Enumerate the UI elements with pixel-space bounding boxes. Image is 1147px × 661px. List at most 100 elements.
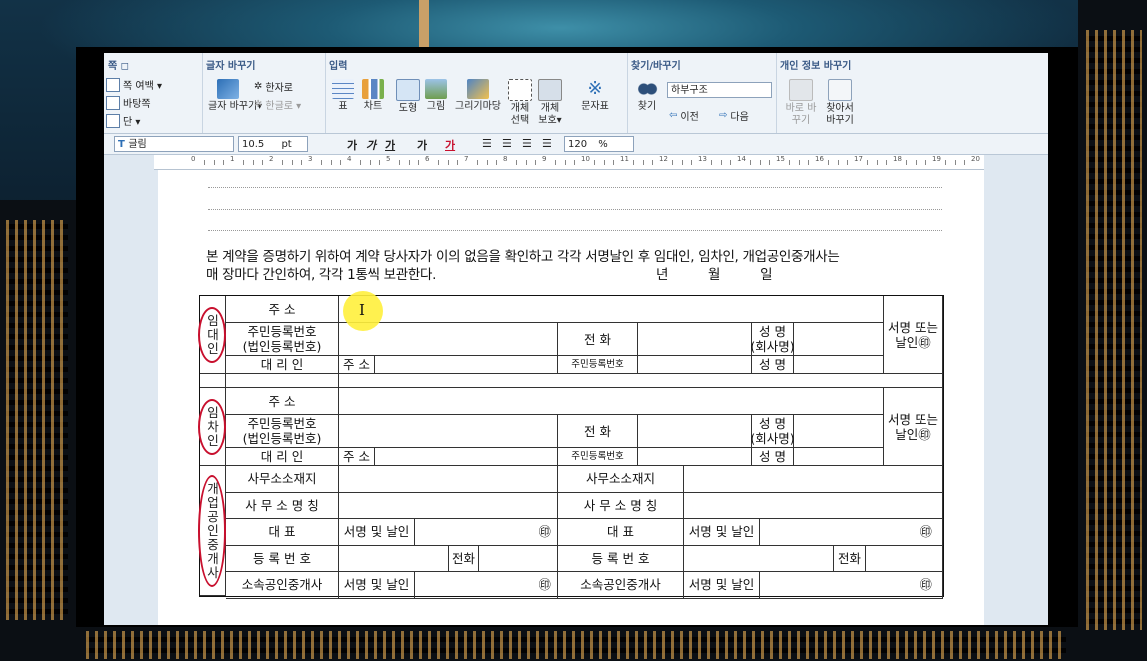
- find-button[interactable]: 찾기: [633, 79, 661, 113]
- tel-value-2[interactable]: [866, 545, 943, 572]
- address-value[interactable]: [339, 388, 884, 415]
- representative-label-2[interactable]: 대 표: [558, 519, 684, 546]
- spacer-cell[interactable]: [339, 374, 943, 388]
- proxy-name-label[interactable]: 성 명: [752, 448, 794, 466]
- italic-button[interactable]: 가: [366, 137, 376, 153]
- name-label[interactable]: 성 명 (회사명): [750, 323, 795, 356]
- name-value[interactable]: [794, 323, 884, 356]
- proxy-resident-value[interactable]: [638, 448, 752, 466]
- char-change-button[interactable]: 글자 바꾸기▾: [208, 79, 262, 113]
- find-select-dropdown[interactable]: 하부구조: [667, 82, 772, 98]
- proxy-name-label[interactable]: 성 명: [752, 356, 794, 374]
- find-next-button[interactable]: ⇨ 다음: [719, 108, 749, 123]
- proxy-label[interactable]: 대 리 인: [226, 448, 339, 466]
- proxy-address-value[interactable]: [375, 356, 558, 374]
- ruler-tick: [730, 160, 732, 165]
- proxy-resident-label[interactable]: 주민등록번호: [558, 448, 638, 466]
- sign-seal-label[interactable]: 서명 및 날인: [339, 572, 415, 599]
- sign-seal-label[interactable]: 서명 및 날인: [339, 519, 415, 546]
- picture-button[interactable]: 그림: [423, 79, 449, 113]
- seal-mark-icon-2[interactable]: ㊞: [760, 572, 943, 599]
- find-prev-button[interactable]: ⇦ 이전: [669, 108, 699, 123]
- page-margin-button[interactable]: 쪽 여백 ▾: [106, 77, 162, 92]
- representative-label[interactable]: 대 표: [226, 519, 339, 546]
- office-address-value[interactable]: [339, 466, 558, 493]
- reg-number-value-2[interactable]: [684, 545, 834, 572]
- reg-number-value[interactable]: [339, 545, 449, 572]
- paragraph-line: 본 계약을 증명하기 위하여 계약 당사자가 이의 없음을 확인하고 각각 서명…: [206, 249, 840, 265]
- chart-button[interactable]: 차트: [359, 79, 387, 113]
- bold-button[interactable]: 가: [347, 137, 357, 153]
- sign-seal-label[interactable]: 서명 또는 날인㊞: [884, 296, 943, 374]
- address-value[interactable]: [339, 296, 884, 323]
- strike-button[interactable]: 가: [417, 137, 427, 153]
- phone-label[interactable]: 전 화: [558, 323, 638, 356]
- address-label[interactable]: 주 소: [226, 296, 339, 323]
- master-page-button[interactable]: 바탕쪽: [106, 95, 151, 110]
- office-name-label[interactable]: 사 무 소 명 칭: [226, 492, 339, 519]
- to-hanja-button[interactable]: ✲ 한자로: [254, 79, 293, 94]
- object-protect-button[interactable]: 개체 보호▾: [535, 79, 565, 127]
- sign-seal-label-2[interactable]: 서명 및 날인: [684, 572, 760, 599]
- proxy-address-label[interactable]: 주 소: [339, 356, 375, 374]
- sign-seal-label-2[interactable]: 서명 및 날인: [684, 519, 760, 546]
- seal-mark-icon[interactable]: ㊞: [415, 572, 558, 599]
- horizontal-ruler[interactable]: 0 1 2 3 4 5 6 7 8 9 10 11 12 13 14 15 16 17 18 19 20: [154, 155, 984, 170]
- resident-number-label[interactable]: 주민등록번호 (법인등록번호): [226, 323, 339, 356]
- name-label[interactable]: 성 명 (회사명): [750, 415, 795, 448]
- font-dropdown[interactable]: T 글림: [114, 136, 234, 152]
- replace-now-button[interactable]: 바로 바꾸기: [784, 79, 818, 127]
- drawing-gallery-button[interactable]: 그리기마당: [451, 79, 505, 113]
- office-address-label-2[interactable]: 사무소소재지: [558, 466, 684, 493]
- registration-number-label-2[interactable]: 등 록 번 호: [558, 545, 684, 572]
- proxy-label[interactable]: 대 리 인: [226, 356, 339, 374]
- seal-mark-icon-2[interactable]: ㊞: [760, 519, 943, 546]
- proxy-name-value[interactable]: [794, 448, 884, 466]
- sign-seal-label[interactable]: 서명 또는 날인㊞: [884, 388, 943, 466]
- affiliated-agent-label[interactable]: 소속공인중개사: [226, 572, 339, 599]
- office-name-value[interactable]: [339, 492, 558, 519]
- columns-button[interactable]: 단 ▾: [106, 113, 140, 128]
- shape-button[interactable]: 도형: [395, 79, 421, 115]
- office-address-value-2[interactable]: [684, 466, 943, 493]
- address-label[interactable]: 주 소: [226, 388, 339, 415]
- name-value[interactable]: [794, 415, 884, 448]
- resident-number-value[interactable]: [339, 415, 558, 448]
- proxy-address-value[interactable]: [375, 448, 558, 466]
- table-button[interactable]: 표: [329, 79, 357, 113]
- align-right-icon[interactable]: ☰: [542, 137, 552, 150]
- tel-value[interactable]: [479, 545, 558, 572]
- phone-value[interactable]: [638, 415, 752, 448]
- proxy-name-value[interactable]: [794, 356, 884, 374]
- phone-label[interactable]: 전 화: [558, 415, 638, 448]
- line-spacing-input[interactable]: 120 %: [564, 136, 634, 152]
- resident-number-label[interactable]: 주민등록번호 (법인등록번호): [226, 415, 339, 448]
- affiliated-agent-label-2[interactable]: 소속공인중개사: [558, 572, 684, 599]
- symbol-button[interactable]: ※ 문자표: [575, 79, 615, 113]
- align-center-icon[interactable]: ☰: [522, 137, 532, 150]
- ruler-number: 9: [542, 155, 547, 163]
- proxy-resident-label[interactable]: 주민등록번호: [558, 356, 638, 374]
- chart-icon: [362, 79, 384, 99]
- spacer-cell[interactable]: [226, 374, 339, 388]
- font-size-input[interactable]: 10.5 pt: [238, 136, 308, 152]
- align-justify-icon[interactable]: ☰: [482, 137, 492, 150]
- find-and-replace-button[interactable]: 찾아서 바꾸기: [822, 79, 858, 127]
- registration-number-label[interactable]: 등 록 번 호: [226, 545, 339, 572]
- to-hangul-button[interactable]: ✲ 한글로 ▾: [254, 97, 301, 112]
- document-page[interactable]: 본 계약을 증명하기 위하여 계약 당사자가 이의 없음을 확인하고 각각 서명…: [158, 170, 984, 625]
- align-left-icon[interactable]: ☰: [502, 137, 512, 150]
- underline-button[interactable]: 가: [385, 137, 395, 153]
- seal-mark-icon[interactable]: ㊞: [415, 519, 558, 546]
- office-name-value-2[interactable]: [684, 492, 943, 519]
- office-name-label-2[interactable]: 사 무 소 명 칭: [558, 492, 684, 519]
- spacer-cell[interactable]: [200, 374, 226, 388]
- tel-label-2[interactable]: 전화: [834, 545, 866, 572]
- proxy-resident-value[interactable]: [638, 356, 752, 374]
- proxy-address-label[interactable]: 주 소: [339, 448, 375, 466]
- office-address-label[interactable]: 사무소소재지: [226, 466, 339, 493]
- phone-value[interactable]: [638, 323, 752, 356]
- object-select-button[interactable]: 개체 선택: [507, 79, 533, 127]
- font-color-button[interactable]: 가: [445, 137, 455, 153]
- tel-label[interactable]: 전화: [449, 545, 479, 572]
